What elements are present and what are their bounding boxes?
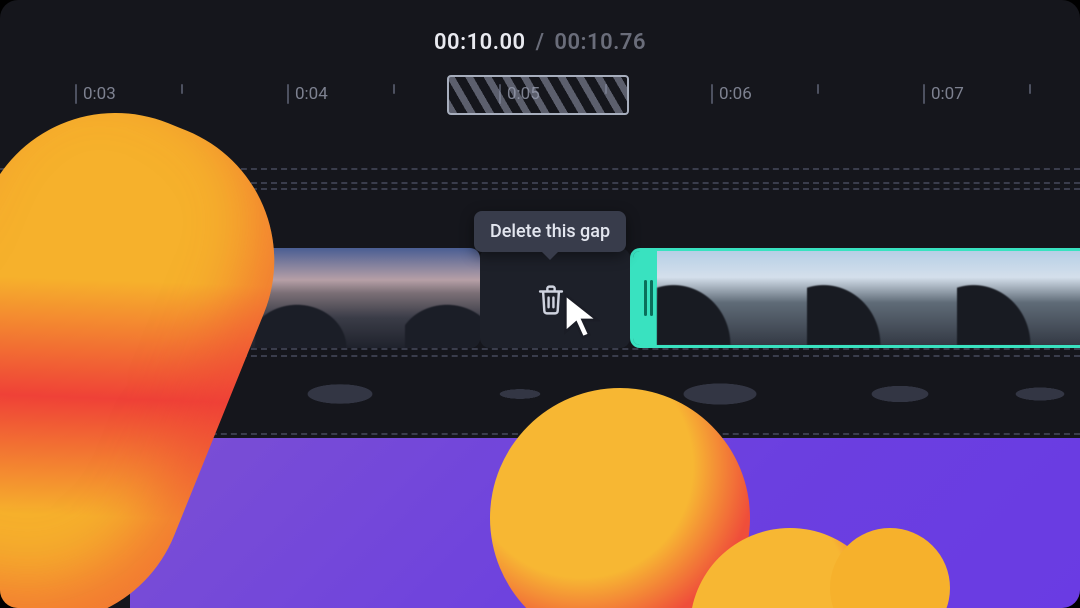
ruler-tick-minor <box>181 84 183 94</box>
clip-thumbnail <box>657 251 807 345</box>
ruler-tick-major <box>75 84 77 104</box>
graphic-overlay-track[interactable] <box>130 438 1080 608</box>
clip-trim-handle-left[interactable] <box>633 251 657 345</box>
delete-gap-tooltip: Delete this gap <box>474 211 626 252</box>
ruler-tick-label: 0:03 <box>83 84 116 104</box>
ruler-tick-major <box>923 84 925 104</box>
timeline-selection-range[interactable] <box>447 75 629 115</box>
ruler-tick-major <box>711 84 713 104</box>
video-editor-timeline: 00:10.00 / 00:10.76 0:030:040:050:060:07… <box>0 0 1080 608</box>
ruler-tick-minor <box>817 84 819 94</box>
clip-thumbnail <box>390 248 480 348</box>
ruler-tick-label: 0:07 <box>931 84 964 104</box>
timecode-total: 00:10.76 <box>554 30 646 55</box>
ruler-tick-major <box>287 84 289 104</box>
ruler-tick-label: 0:04 <box>295 84 328 104</box>
clip-thumbnail <box>807 251 957 345</box>
playhead-timecode: 00:10.00 / 00:10.76 <box>434 30 646 55</box>
mouse-cursor-icon <box>562 292 606 340</box>
ruler-tick-minor <box>1029 84 1031 94</box>
timecode-separator: / <box>532 30 549 55</box>
clip-thumbnail <box>957 251 1080 345</box>
video-clip-2-selected[interactable] <box>630 248 1080 348</box>
ruler-tick-label: 0:06 <box>719 84 752 104</box>
timecode-current: 00:10.00 <box>434 30 526 55</box>
graphic-shape <box>830 528 950 608</box>
tooltip-label: Delete this gap <box>490 221 610 242</box>
ruler-tick-minor <box>393 84 395 94</box>
